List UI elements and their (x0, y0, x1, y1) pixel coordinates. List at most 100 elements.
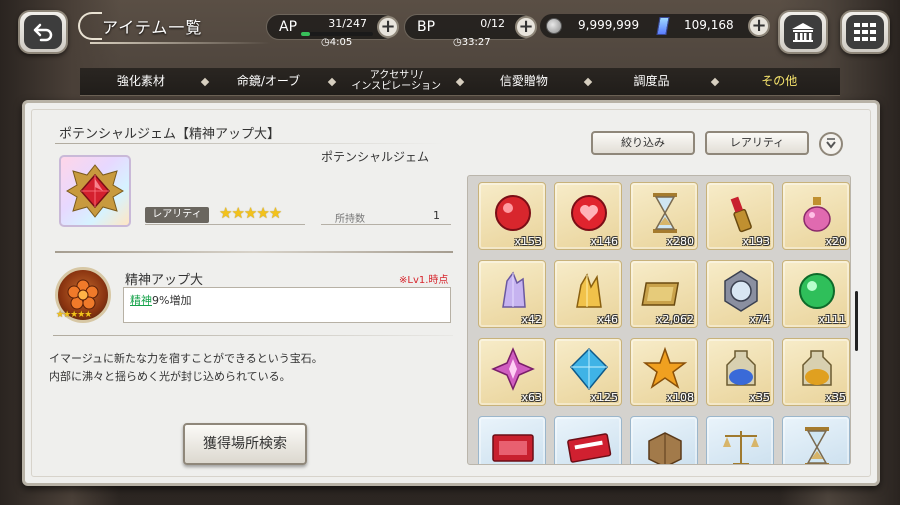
item-slot[interactable] (706, 416, 774, 464)
skill-stars: ★★★★★ (56, 310, 92, 320)
item-slot[interactable] (782, 416, 850, 464)
grid-scrollbar[interactable] (855, 291, 858, 351)
gem-plus-button[interactable]: + (748, 15, 770, 37)
description-divider (53, 335, 453, 336)
filter-button[interactable]: 絞り込み (591, 131, 695, 155)
purple-crystal-icon (489, 267, 537, 315)
ap-display: AP 31/247 ◷4:05 + (266, 14, 399, 48)
item-quantity: x63 (521, 391, 542, 404)
heart-orb-icon (565, 189, 613, 237)
title-underline (90, 42, 270, 44)
item-slot[interactable]: x20 (782, 182, 850, 250)
item-type: ポテンシャルジェム (321, 150, 430, 164)
tab-others[interactable]: その他 (718, 75, 840, 88)
item-quantity: x146 (590, 235, 618, 248)
item-slot[interactable]: x42 (478, 260, 546, 328)
item-slot[interactable]: x2,062 (630, 260, 698, 328)
rarity-label: レアリティ (145, 207, 209, 223)
item-slot[interactable]: x74 (706, 260, 774, 328)
gold-crystal-icon (565, 267, 613, 315)
blue-vial-icon (717, 345, 765, 393)
back-arrow-icon (33, 23, 53, 42)
tab-mirror-orb[interactable]: 命鏡/オーブ (208, 75, 330, 88)
description-line-1: イマージュに新たな力を宿すことができるという宝石。 (49, 352, 323, 365)
owned-label: 所持数 (335, 214, 365, 225)
ap-label: AP (279, 19, 298, 35)
bp-label: BP (417, 19, 436, 35)
description-line-2: 内部に沸々と揺らめく光が封じ込められている。 (49, 370, 291, 383)
item-slot[interactable] (478, 416, 546, 464)
green-orb-icon (793, 267, 841, 315)
rarity-sort-button[interactable]: レアリティ (705, 131, 809, 155)
bp-timer-value: 33:27 (461, 37, 491, 48)
gold-vial-icon (793, 345, 841, 393)
item-slot[interactable]: x46 (554, 260, 622, 328)
item-quantity: x108 (666, 391, 694, 404)
perfume-bottle-icon (793, 189, 841, 237)
ap-bar (301, 32, 373, 36)
ap-plus-button[interactable]: + (377, 16, 399, 38)
item-name: ポテンシャルジェム【精神アップ大】 (59, 127, 281, 142)
item-slot[interactable]: x63 (478, 338, 546, 406)
item-grid: x153 x146 x280 x193 x20 x42 x46 x2,062 x74 x111 x6… (478, 182, 850, 464)
ap-value: 31/247 (328, 17, 367, 30)
red-pass-icon (565, 423, 613, 464)
hourglass-icon (793, 423, 841, 464)
owned-value: 1 (433, 209, 440, 222)
coin-value: 9,999,999 (578, 18, 640, 32)
item-slot[interactable]: x35 (706, 338, 774, 406)
book-box-icon (641, 423, 689, 464)
tab-enhance-materials[interactable]: 強化素材 (80, 75, 202, 88)
grid-menu-icon (854, 23, 876, 41)
item-slot[interactable]: x193 (706, 182, 774, 250)
item-icon-frame (59, 155, 131, 227)
item-slot[interactable] (630, 416, 698, 464)
item-quantity: x42 (521, 313, 542, 326)
tab-accessory-inspiration[interactable]: アクセサリ/ インスピレーション (335, 70, 457, 92)
skill-effect: 9%増加 (152, 294, 192, 307)
back-button[interactable] (18, 10, 68, 54)
item-slot[interactable]: x125 (554, 338, 622, 406)
item-slot[interactable]: x146 (554, 182, 622, 250)
bp-value: 0/12 (480, 17, 505, 30)
item-quantity: x280 (666, 235, 694, 248)
item-slot[interactable]: x280 (630, 182, 698, 250)
gem-value: 109,168 (684, 18, 734, 32)
item-grid-area[interactable]: x153 x146 x280 x193 x20 x42 x46 x2,062 x74 x111 x6… (467, 175, 851, 465)
tab-affection-gifts[interactable]: 信愛贈物 (463, 75, 585, 88)
item-quantity: x35 (825, 391, 846, 404)
gold-plates-icon (641, 267, 689, 315)
item-slot[interactable]: x35 (782, 338, 850, 406)
item-quantity: x111 (818, 313, 846, 326)
menu-button[interactable] (840, 10, 890, 54)
skill-description: 精神9%増加 (123, 287, 451, 323)
pink-star-gem-icon (489, 345, 537, 393)
item-slot[interactable]: x108 (630, 338, 698, 406)
sort-order-toggle[interactable] (819, 132, 843, 156)
item-slot[interactable]: x153 (478, 182, 546, 250)
page-title-area: アイテム一覧 (76, 12, 286, 44)
item-description: イマージュに新たな力を宿すことができるという宝石。 内部に沸々と揺らめく光が封じ… (49, 350, 323, 386)
item-quantity: x35 (749, 391, 770, 404)
hourglass-icon (641, 189, 689, 237)
skill-level-note: ※Lv1.時点 (399, 275, 449, 286)
gem-icon (656, 17, 670, 35)
acquire-location-search-button[interactable]: 獲得場所検索 (183, 423, 307, 465)
shop-button[interactable] (778, 10, 828, 54)
skill-stat-link[interactable]: 精神 (130, 294, 152, 307)
item-quantity: x2,062 (655, 313, 694, 326)
item-slot[interactable] (554, 416, 622, 464)
item-slot[interactable]: x111 (782, 260, 850, 328)
rarity-stars: ★★★★★ (219, 204, 282, 222)
red-ticket-icon (489, 423, 537, 464)
shop-icon (792, 23, 814, 42)
currency-display: 9,999,999 109,168 + (540, 14, 770, 38)
blue-diamond-icon (565, 345, 613, 393)
section-divider (55, 251, 453, 253)
tab-furniture[interactable]: 調度品 (591, 75, 713, 88)
item-panel: ポテンシャルジェム【精神アップ大】 ポテンシャルジェム レアリティ ★★★★★ … (22, 100, 880, 486)
flower-emblem-icon (67, 279, 99, 310)
bp-plus-button[interactable]: + (515, 16, 537, 38)
item-quantity: x20 (825, 235, 846, 248)
mirror-frame-icon (717, 267, 765, 315)
